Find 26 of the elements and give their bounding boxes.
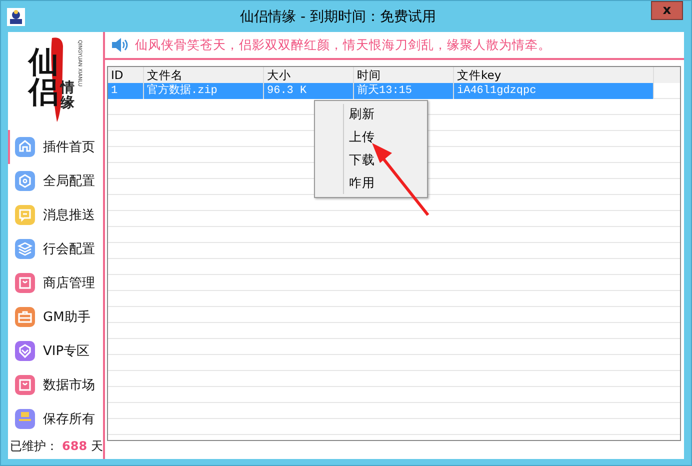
sidebar-item[interactable]: 行会配置 [8, 232, 103, 266]
menu-item[interactable]: 上传 [315, 126, 427, 149]
app-icon [7, 8, 25, 26]
day-unit: 天 [91, 438, 104, 455]
window-title: 仙侣情缘 - 到期时间：免费试用 [239, 8, 437, 26]
menu-item[interactable]: 下载 [315, 149, 427, 172]
day-count: 688 [62, 439, 88, 453]
speaker-icon [111, 37, 129, 53]
close-button[interactable]: x [651, 1, 683, 20]
sidebar-item[interactable]: 插件首页 [8, 130, 103, 164]
sidebar-item[interactable]: 保存所有 [8, 402, 103, 436]
table-cell: 96.3 K [264, 83, 354, 99]
table-cell: iA46l1gdzqpc [454, 83, 654, 99]
sidebar-item[interactable]: GM助手 [8, 300, 103, 334]
sidebar-item[interactable]: 全局配置 [8, 164, 103, 198]
sidebar-item[interactable]: VIP专区 [8, 334, 103, 368]
menu-item[interactable]: 刷新 [315, 103, 427, 126]
marquee-text: 仙风侠骨笑苍天，侣影双双醉红颜，情天恨海刀剑乱，缘聚人散为情牵。 [135, 36, 551, 54]
table-cell: 前天13:15 [354, 83, 454, 99]
table-cell: 1 [108, 83, 144, 99]
sidebar-item[interactable]: 数据市场 [8, 368, 103, 402]
menu-item[interactable]: 咋用 [315, 172, 427, 195]
maintained-label: 已维护： [10, 438, 58, 455]
sidebar-item[interactable]: 商店管理 [8, 266, 103, 300]
table-cell: 官方数据.zip [144, 83, 264, 99]
sidebar-item[interactable]: 消息推送 [8, 198, 103, 232]
